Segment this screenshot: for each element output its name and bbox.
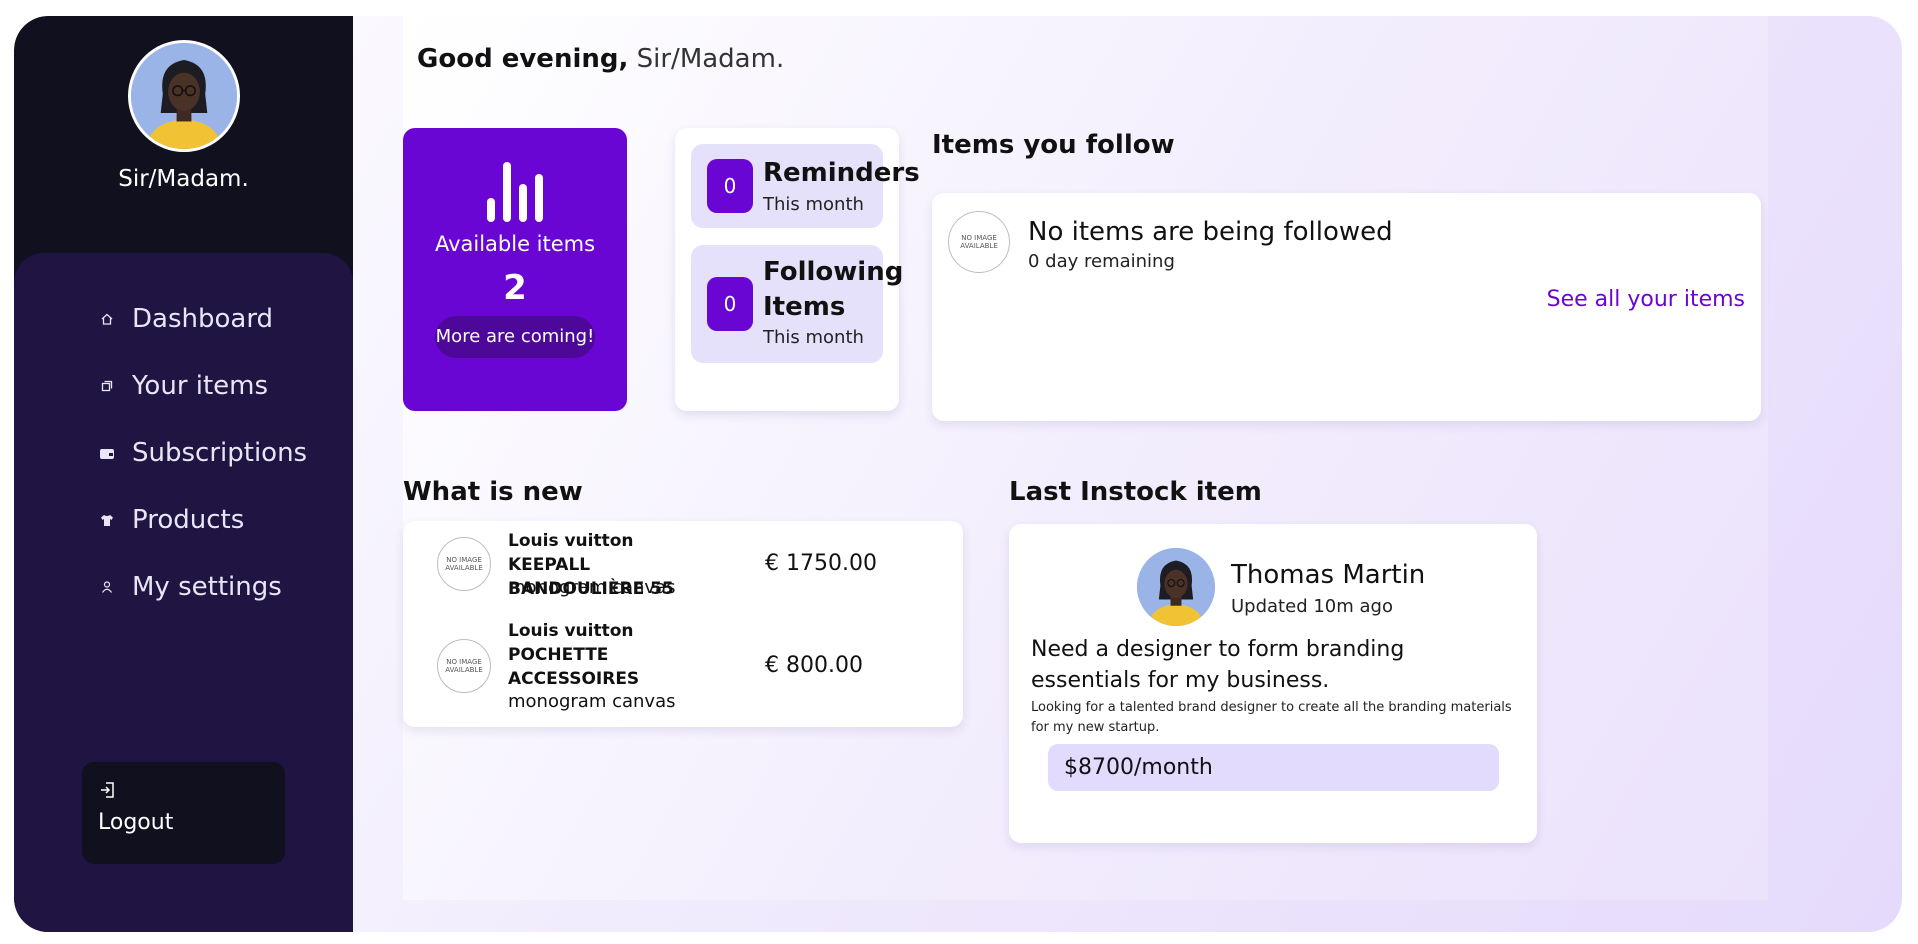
no-image-placeholder: NO IMAGE AVAILABLE bbox=[948, 211, 1010, 273]
user-avatar[interactable] bbox=[128, 40, 240, 152]
reminders-counter[interactable]: 0 Reminders This month bbox=[691, 144, 920, 228]
more-coming-pill: More are coming! bbox=[435, 316, 595, 358]
reminders-sub: This month bbox=[763, 194, 864, 215]
last-instock-title: Last Instock item bbox=[1009, 477, 1262, 507]
following-counter[interactable]: 0 Following Items This month bbox=[691, 245, 904, 363]
nav-item-label: Products bbox=[132, 505, 245, 535]
nav-item-label: Subscriptions bbox=[132, 438, 308, 468]
product-price: € 1750.00 bbox=[765, 551, 877, 576]
logout-icon bbox=[98, 780, 118, 800]
sidebar: Sir/Madam. Dashboard Your items Subscrip… bbox=[14, 16, 353, 932]
see-all-items-link[interactable]: See all your items bbox=[1547, 287, 1745, 312]
listing-headline: Need a designer to form branding essenti… bbox=[1031, 637, 1405, 693]
nav-item-label: Your items bbox=[132, 371, 269, 401]
wallet-icon bbox=[98, 444, 116, 462]
last-instock-card[interactable]: Thomas Martin Updated 10m ago Need a des… bbox=[1009, 524, 1537, 843]
seller-avatar bbox=[1137, 548, 1215, 626]
followed-items-card: NO IMAGE AVAILABLE No items are being fo… bbox=[932, 193, 1761, 421]
available-items-card[interactable]: Available items 2 More are coming! bbox=[403, 128, 627, 411]
counters-card: 0 Reminders This month 0 Following Items… bbox=[675, 128, 920, 411]
product-description: monogram canvas bbox=[508, 691, 676, 712]
reminders-count: 0 bbox=[707, 159, 753, 213]
days-remaining: 0 day remaining bbox=[1028, 251, 1175, 272]
no-image-placeholder: NO IMAGE AVAILABLE bbox=[437, 537, 491, 591]
product-name: Louis vuitton POCHETTE ACCESSOIRES bbox=[508, 621, 640, 689]
available-items-label: Available items bbox=[434, 232, 596, 256]
product-description: monogram canvas bbox=[508, 577, 676, 598]
following-count: 0 bbox=[707, 277, 753, 331]
following-title: Following Items bbox=[763, 257, 904, 322]
main-content: Good evening, Sir/Madam. Available items… bbox=[403, 16, 1768, 900]
greeting: Good evening, Sir/Madam. bbox=[417, 44, 784, 74]
avatar-illustration bbox=[1137, 548, 1215, 626]
nav-item-my-settings[interactable]: My settings bbox=[98, 567, 282, 607]
avatar-illustration bbox=[131, 43, 237, 149]
no-followed-title: No items are being followed bbox=[1028, 217, 1393, 247]
bar-chart-icon bbox=[487, 162, 543, 222]
logout-label: Logout bbox=[98, 810, 174, 835]
following-sub: This month bbox=[763, 327, 864, 348]
reminders-title: Reminders bbox=[763, 158, 920, 188]
nav-item-dashboard[interactable]: Dashboard bbox=[98, 299, 273, 339]
listing-description: Looking for a talented brand designer to… bbox=[1031, 700, 1512, 735]
nav-item-label: Dashboard bbox=[132, 304, 274, 334]
nav-item-products[interactable]: Products bbox=[98, 500, 244, 540]
available-items-count: 2 bbox=[503, 268, 527, 308]
no-image-placeholder: NO IMAGE AVAILABLE bbox=[437, 639, 491, 693]
nav-item-your-items[interactable]: Your items bbox=[98, 366, 268, 406]
listing-price: $8700/month bbox=[1048, 744, 1499, 791]
product-price: € 800.00 bbox=[765, 653, 863, 678]
user-icon bbox=[98, 578, 116, 596]
updated-time: Updated 10m ago bbox=[1231, 596, 1393, 617]
nav-item-subscriptions[interactable]: Subscriptions bbox=[98, 433, 307, 473]
what-is-new-title: What is new bbox=[403, 477, 583, 507]
logout-button[interactable]: Logout bbox=[82, 762, 285, 864]
home-icon bbox=[98, 310, 116, 328]
shirt-icon bbox=[98, 511, 116, 529]
seller-name: Thomas Martin bbox=[1231, 560, 1426, 590]
greeting-prefix: Good evening, bbox=[417, 44, 629, 74]
nav-item-label: My settings bbox=[132, 572, 282, 602]
copy-icon bbox=[98, 377, 116, 395]
greeting-name: Sir/Madam. bbox=[636, 44, 785, 74]
items-you-follow-title: Items you follow bbox=[932, 130, 1175, 160]
whats-new-list: NO IMAGE AVAILABLE Louis vuitton KEEPALL… bbox=[403, 521, 963, 727]
user-name: Sir/Madam. bbox=[118, 166, 249, 192]
